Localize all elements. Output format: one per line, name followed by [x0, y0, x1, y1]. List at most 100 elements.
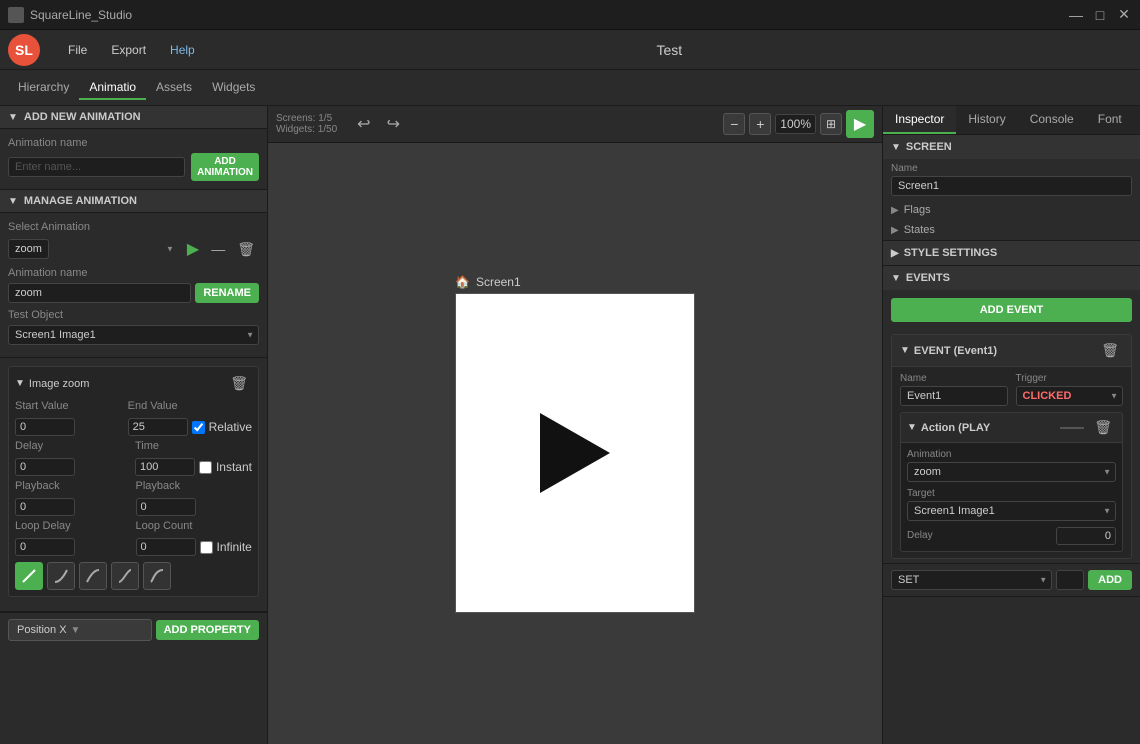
playback-count-input[interactable] [15, 498, 75, 516]
style-settings-header[interactable]: ▶ STYLE SETTINGS [883, 241, 1140, 265]
tab-history[interactable]: History [956, 106, 1017, 134]
playback-time-input[interactable] [136, 498, 196, 516]
events-label: EVENTS [906, 272, 950, 284]
event-name-field: Name [900, 373, 1008, 406]
undo-button[interactable]: ↩ [353, 112, 374, 136]
screen-container: 🏠 Screen1 [455, 275, 695, 613]
menubar: SL File Export Help Test [0, 30, 1140, 70]
animation-field-label: Animation [907, 449, 1116, 460]
fit-screen-button[interactable]: ⊞ [820, 113, 842, 135]
states-row[interactable]: ▶ States [883, 220, 1140, 240]
test-object-select[interactable]: Screen1 Image1 [8, 325, 259, 345]
screen-section-header[interactable]: ▼ SCREEN [883, 135, 1140, 159]
screen-name: Screen1 [476, 275, 521, 289]
loop-count-input[interactable] [136, 538, 196, 556]
action-delay-input[interactable] [1056, 527, 1116, 545]
delete-zoom-button[interactable]: 🗑 [226, 373, 252, 394]
image-zoom-block: ▼ Image zoom 🗑 Start Value [8, 366, 259, 597]
loop-delay-input[interactable] [15, 538, 75, 556]
infinite-checkbox-group[interactable]: Infinite [200, 540, 252, 554]
manage-animation-header[interactable]: ▼ MANAGE ANIMATION [0, 190, 267, 213]
tab-widgets[interactable]: Widgets [202, 76, 265, 100]
screen-canvas[interactable] [455, 293, 695, 613]
add-animation-button[interactable]: ADD ANIMATION [191, 153, 259, 181]
animation-name-input[interactable] [8, 157, 185, 177]
position-x-dropdown[interactable]: Position X ▼ [8, 619, 152, 641]
flags-row[interactable]: ▶ Flags [883, 200, 1140, 220]
tab-inspector[interactable]: Inspector [883, 106, 956, 134]
action-type-wrapper: SET [891, 570, 1052, 590]
start-value-input[interactable] [15, 418, 75, 436]
export-menu[interactable]: Export [99, 39, 158, 61]
maximize-button[interactable]: □ [1092, 7, 1108, 23]
stop-animation-button[interactable]: — [207, 239, 229, 259]
screen-header-label: SCREEN [906, 141, 952, 153]
event-trigger-label: Trigger [1016, 373, 1124, 384]
tab-assets[interactable]: Assets [146, 76, 202, 100]
right-tabs: Inspector History Console Font [883, 106, 1140, 135]
position-x-label: Position X [17, 624, 67, 636]
animation-name-label-2: Animation name [8, 267, 259, 279]
home-icon: 🏠 [455, 275, 470, 289]
relative-checkbox[interactable] [192, 421, 205, 434]
minimize-button[interactable]: — [1068, 7, 1084, 23]
action-select-bottom[interactable]: SET [891, 570, 1052, 590]
curve-custom-button[interactable] [143, 562, 171, 590]
add-property-button[interactable]: ADD PROPERTY [156, 620, 259, 640]
delete-event-button[interactable]: 🗑 [1097, 340, 1123, 361]
playback-time-label: Playback [136, 480, 253, 492]
curve-ease-in-out-button[interactable] [111, 562, 139, 590]
event-name-input[interactable] [900, 386, 1008, 406]
type-select[interactable] [1056, 570, 1084, 590]
add-action-button[interactable]: ADD [1088, 570, 1132, 590]
target-select[interactable]: Screen1 Image1 [907, 501, 1116, 521]
infinite-checkbox[interactable] [200, 541, 213, 554]
animation-select[interactable]: zoom [8, 239, 49, 259]
action-animation-select[interactable]: zoom [907, 462, 1116, 482]
image-zoom-label: Image zoom [29, 378, 90, 390]
rename-button[interactable]: RENAME [195, 283, 259, 303]
infinite-label: Infinite [217, 540, 252, 554]
arrow-icon-6: ▶ [891, 225, 899, 236]
redo-button[interactable]: ↪ [383, 112, 404, 136]
instant-checkbox[interactable] [199, 461, 212, 474]
style-settings-section: ▶ STYLE SETTINGS [883, 241, 1140, 266]
tab-font[interactable]: Font [1086, 106, 1134, 134]
screen-name-input[interactable] [891, 176, 1132, 196]
events-header[interactable]: ▼ EVENTS [883, 266, 1140, 290]
image-zoom-section: ▼ Image zoom 🗑 Start Value [0, 358, 267, 612]
canvas-info: Screens: 1/5 Widgets: 1/50 [276, 113, 337, 135]
add-event-button[interactable]: ADD EVENT [891, 298, 1132, 322]
zoom-out-button[interactable]: − [723, 113, 745, 135]
delay-group: Delay [15, 440, 131, 476]
event-name-label: Name [900, 373, 1008, 384]
tab-hierarchy[interactable]: Hierarchy [8, 76, 79, 100]
app-title: SquareLine_Studio [30, 8, 1068, 22]
delete-action-button[interactable]: 🗑 [1090, 417, 1116, 438]
curve-ease-in-button[interactable] [47, 562, 75, 590]
trigger-select[interactable]: CLICKED [1016, 386, 1124, 406]
target-field-label: Target [907, 488, 1116, 499]
tab-animation[interactable]: Animatio [79, 76, 146, 100]
run-button[interactable]: ▶ [846, 110, 874, 138]
curve-linear-button[interactable] [15, 562, 43, 590]
time-input[interactable] [135, 458, 195, 476]
end-value-input[interactable] [128, 418, 188, 436]
zoom-level[interactable]: 100% [775, 114, 816, 134]
tab-console[interactable]: Console [1018, 106, 1086, 134]
add-animation-header[interactable]: ▼ ADD NEW ANIMATION [0, 106, 267, 129]
animation-rename-input[interactable] [8, 283, 191, 303]
play-animation-button[interactable]: ▶ [183, 237, 203, 261]
close-button[interactable]: ✕ [1116, 7, 1132, 23]
relative-checkbox-group[interactable]: Relative [192, 420, 252, 434]
delay-input[interactable] [15, 458, 75, 476]
zoom-in-button[interactable]: + [749, 113, 771, 135]
screens-info: Screens: 1/5 [276, 113, 337, 124]
canvas-area: 🏠 Screen1 [268, 143, 882, 744]
curve-ease-out-button[interactable] [79, 562, 107, 590]
instant-checkbox-group[interactable]: Instant [199, 460, 252, 474]
help-menu[interactable]: Help [158, 39, 207, 61]
delete-animation-button[interactable]: 🗑 [233, 239, 259, 260]
curve-buttons [15, 562, 252, 590]
file-menu[interactable]: File [56, 39, 99, 61]
